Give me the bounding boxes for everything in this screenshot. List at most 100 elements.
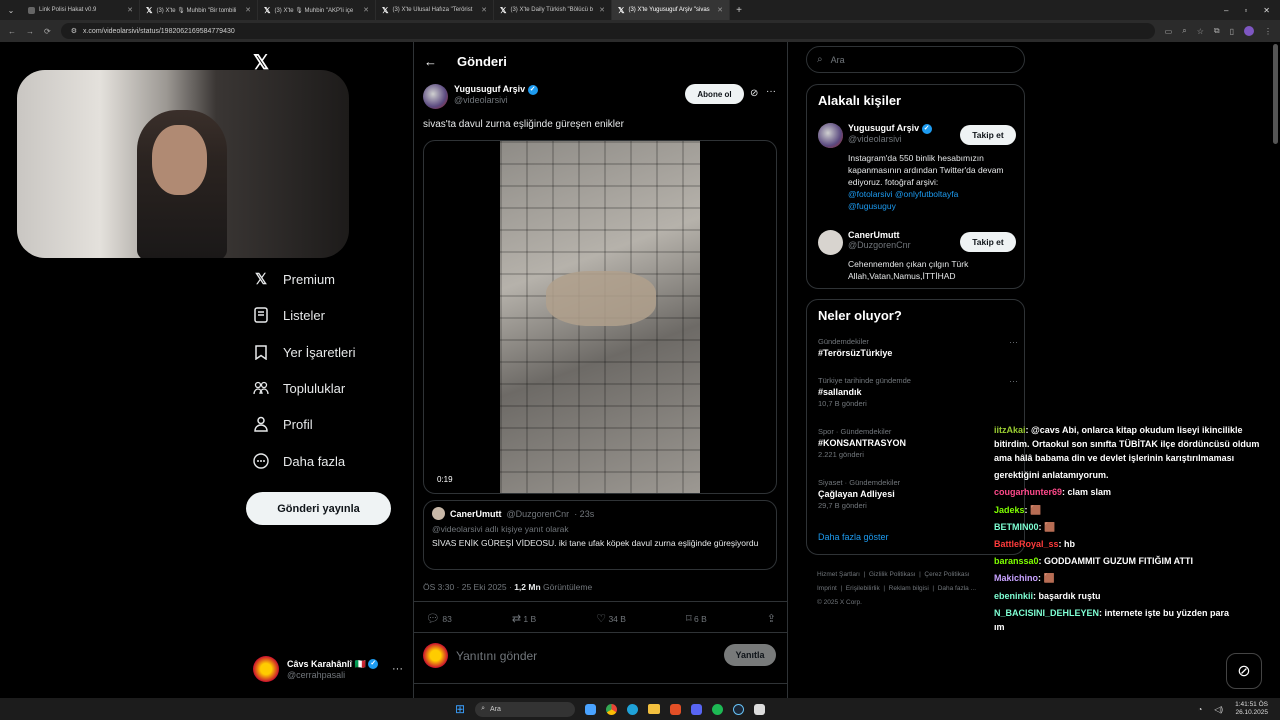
footer-link[interactable]: Çerez Politikası: [924, 571, 969, 578]
profile-avatar[interactable]: [1244, 26, 1254, 36]
browser-tab[interactable]: 𝕏 (3) X'te Daily Türkish "Bölücü b ✕: [494, 0, 612, 20]
repost-action[interactable]: ⇄ 1 B: [512, 612, 536, 625]
back-arrow-icon[interactable]: ←: [424, 54, 437, 69]
sidebar-icon[interactable]: ▯: [1230, 27, 1234, 36]
more-dots-icon[interactable]: ···: [1009, 376, 1018, 386]
folder-icon[interactable]: [648, 704, 661, 714]
sidebar-item-lists[interactable]: Listeler: [253, 307, 325, 323]
trend-item[interactable]: Spor · Gündemdekiler #KONSANTRASYON 2.22…: [818, 427, 1018, 459]
reply-input[interactable]: Yanıtını gönder: [456, 649, 706, 663]
video-player[interactable]: 0:19: [423, 140, 777, 494]
person-handle[interactable]: @videolarsivi: [848, 134, 932, 144]
close-window-icon[interactable]: ✕: [1263, 6, 1270, 15]
reply-button[interactable]: Yanıtla: [724, 644, 776, 666]
chat-username[interactable]: Makichino: [994, 573, 1038, 583]
more-dots-icon[interactable]: ···: [1009, 337, 1018, 347]
author-name[interactable]: Yugusuguf Arşiv: [454, 84, 525, 94]
bookmark-star-icon[interactable]: ☆: [1197, 27, 1204, 36]
app-icon[interactable]: [754, 703, 766, 715]
close-icon[interactable]: ✕: [481, 6, 487, 14]
person-handle[interactable]: @DuzgorenCnr: [848, 240, 911, 250]
sidebar-item-bookmarks[interactable]: Yer İşaretleri: [253, 344, 356, 360]
avatar[interactable]: [818, 123, 843, 148]
close-icon[interactable]: ✕: [127, 6, 133, 14]
windows-start-icon[interactable]: ⊞: [455, 702, 465, 716]
footer-link[interactable]: Erişilebilirlik: [846, 585, 880, 592]
wifi-icon[interactable]: ◔: [1197, 705, 1202, 714]
more-dots-icon[interactable]: ···: [766, 86, 776, 97]
steam-icon[interactable]: [733, 703, 745, 715]
back-icon[interactable]: ←: [8, 27, 16, 36]
spotify-icon[interactable]: [712, 703, 724, 715]
sidebar-item-more[interactable]: Daha fazla: [253, 453, 345, 469]
sidebar-item-communities[interactable]: Topluluklar: [253, 380, 345, 396]
grok-icon[interactable]: ⊘: [750, 88, 758, 99]
chat-username[interactable]: BETMIN00: [994, 522, 1039, 532]
trend-item[interactable]: Gündemdekiler #TerörsüzTürkiye ···: [818, 337, 1018, 358]
chrome-icon[interactable]: [606, 703, 618, 715]
post-button[interactable]: Gönderi yayınla: [246, 492, 391, 525]
show-more-link[interactable]: Daha fazla göster: [818, 532, 889, 542]
close-icon[interactable]: ✕: [245, 6, 251, 14]
chat-username[interactable]: N_BACISINI_DEHLEYEN: [994, 608, 1099, 618]
person-name[interactable]: Yugusuguf Arşiv: [848, 123, 919, 133]
footer-link[interactable]: Imprint: [817, 585, 837, 592]
browser-tab[interactable]: Link Polisi Hakat v0.9 ✕: [22, 0, 140, 20]
sidebar-item-premium[interactable]: 𝕏 Premium: [253, 271, 335, 288]
extensions-icon[interactable]: ⧉: [1214, 26, 1220, 36]
search-input[interactable]: ⌕ Ara: [806, 46, 1025, 73]
chat-username[interactable]: BattleRoyal_ss: [994, 539, 1059, 549]
like-action[interactable]: ♡ 34 B: [596, 612, 626, 625]
footer-link[interactable]: Reklam bilgisi: [889, 585, 929, 592]
browser-tab-active[interactable]: 𝕏 (3) X'te Yugusuguf Arşiv "sivas ✕: [612, 0, 730, 20]
more-dots-icon[interactable]: ···: [392, 663, 403, 675]
reply-action[interactable]: 💬︎ 83: [426, 612, 452, 625]
tab-search-button[interactable]: ⌄: [0, 0, 22, 20]
cast-icon[interactable]: ▭: [1165, 27, 1173, 36]
avatar[interactable]: [818, 230, 843, 255]
app-icon[interactable]: [585, 703, 597, 715]
close-icon[interactable]: ✕: [599, 6, 605, 14]
taskbar-clock[interactable]: 1:41:51 ÖS 26.10.2025: [1235, 701, 1268, 717]
zoom-icon[interactable]: ⌕: [1182, 26, 1186, 36]
quoted-reply[interactable]: CanerUmutt @DuzgorenCnr · 23s @videolars…: [423, 500, 777, 570]
chat-username[interactable]: ebeninkii: [994, 591, 1033, 601]
new-tab-button[interactable]: +: [730, 5, 748, 16]
taskbar-search[interactable]: ⌕ Ara: [475, 701, 576, 717]
footer-link[interactable]: Daha fazla ...: [938, 585, 976, 592]
avatar[interactable]: [423, 84, 448, 109]
chat-username[interactable]: baranssa0: [994, 556, 1039, 566]
close-icon[interactable]: ✕: [363, 6, 369, 14]
sidebar-item-profile[interactable]: Profil: [253, 416, 313, 432]
chat-username[interactable]: Jadeks: [994, 505, 1025, 515]
browser-tab[interactable]: 𝕏 (3) X'te Ulusal Hafıza "Terörist ✕: [376, 0, 494, 20]
site-info-icon[interactable]: ⚙: [71, 27, 77, 35]
discord-icon[interactable]: [691, 703, 703, 715]
account-switcher[interactable]: Câvs Karahânlî 🇮🇹 ✓ @cerrahpasali ···: [253, 655, 403, 683]
footer-link[interactable]: Hizmet Şartları: [817, 571, 860, 578]
browser-tab[interactable]: 𝕏 (3) X'te 🎙 Muhbin "Bir tombili ✕: [140, 0, 258, 20]
scrollbar[interactable]: [1273, 44, 1278, 144]
subscribe-button[interactable]: Abone ol: [685, 84, 744, 104]
forward-icon[interactable]: →: [26, 27, 34, 36]
app-icon[interactable]: [670, 703, 682, 715]
volume-icon[interactable]: ◁): [1214, 705, 1223, 714]
chat-username[interactable]: cougarhunter69: [994, 487, 1062, 497]
follow-button[interactable]: Takip et: [960, 232, 1016, 252]
maximize-icon[interactable]: ▫: [1244, 6, 1247, 15]
chat-username[interactable]: iitzAkai: [994, 425, 1026, 435]
url-field[interactable]: ⚙ x.com/videolarsivi/status/198206216958…: [60, 23, 1155, 39]
author-handle[interactable]: @videolarsivi: [454, 95, 538, 105]
follow-button[interactable]: Takip et: [960, 125, 1016, 145]
trend-item[interactable]: Siyaset · Gündemdekiler Çağlayan Adliyes…: [818, 478, 1018, 510]
footer-link[interactable]: Gizlilik Politikası: [869, 571, 916, 578]
person-name[interactable]: CanerUmutt: [848, 230, 911, 240]
bookmark-action[interactable]: ⌑ 6 B: [686, 612, 707, 625]
edge-icon[interactable]: [627, 703, 639, 715]
bio-links[interactable]: @fotolarsivi @onlyfutboltayfa @fugusuguy: [848, 188, 1008, 212]
share-icon[interactable]: ⇪: [767, 612, 776, 625]
post-timestamp[interactable]: ÖS 3:30 · 25 Eki 2025 ·: [423, 582, 512, 592]
grok-icon[interactable]: ⊘: [1226, 653, 1262, 689]
trend-item[interactable]: Türkiye tarihinde gündemde #sallandık 10…: [818, 376, 1018, 408]
reload-icon[interactable]: ⟳: [44, 27, 51, 36]
